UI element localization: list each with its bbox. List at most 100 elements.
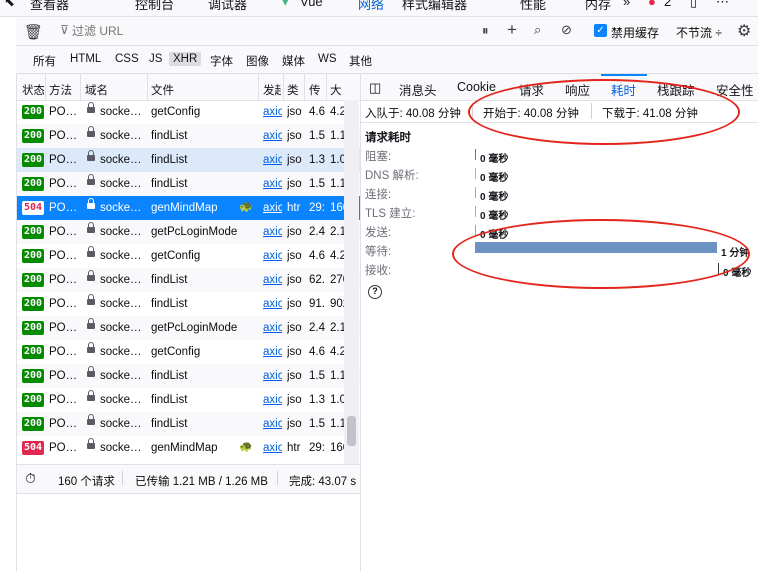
status-badge: 200	[22, 249, 44, 263]
col-method[interactable]: 方法	[49, 82, 79, 98]
method-cell: PO…	[49, 178, 78, 190]
col-type[interactable]: 类	[287, 82, 301, 98]
lock-icon	[87, 438, 95, 449]
initiator-link[interactable]: axic	[263, 418, 282, 430]
request-list-scrollbar[interactable]	[344, 100, 359, 464]
dock-icon[interactable]: ▯	[690, 0, 697, 10]
initiator-link[interactable]: axic	[263, 322, 282, 334]
pick-element-icon[interactable]: ⬉	[4, 0, 15, 10]
filter-all[interactable]: 所有	[33, 53, 56, 69]
domain-cell: socke…	[100, 250, 142, 262]
type-cell: jso	[287, 394, 302, 406]
gear-icon[interactable]: ⚙	[737, 21, 751, 41]
col-transferred[interactable]: 传	[309, 82, 323, 98]
filter-css[interactable]: CSS	[115, 53, 139, 65]
pause-icon[interactable]: ⏸	[482, 23, 489, 39]
type-cell: jso	[287, 274, 302, 286]
receive-label: 接收:	[365, 265, 392, 277]
initiator-link[interactable]: axic	[263, 202, 282, 214]
tab-headers[interactable]: 消息头	[399, 80, 437, 99]
more-tabs-icon[interactable]: »	[623, 0, 630, 9]
filter-html[interactable]: HTML	[70, 53, 101, 65]
initiator-link[interactable]: axic	[263, 394, 282, 406]
initiator-link[interactable]: axic	[263, 250, 282, 262]
tab-style-editor[interactable]: 样式编辑器	[402, 0, 467, 13]
domain-cell: socke…	[100, 298, 142, 310]
col-status[interactable]: 状态	[22, 82, 44, 98]
table-row[interactable]: 200PO…socke…findListaxicjso62.270	[17, 268, 360, 292]
status-badge: 504	[22, 441, 44, 455]
initiator-link[interactable]: axic	[263, 178, 282, 190]
trash-icon[interactable]: 🗑	[24, 23, 43, 41]
method-cell: PO…	[49, 298, 78, 310]
tab-console[interactable]: 控制台	[135, 0, 174, 13]
tab-vue[interactable]: Vue	[300, 0, 323, 9]
initiator-link[interactable]: axic	[263, 442, 282, 454]
filter-images[interactable]: 图像	[246, 53, 269, 69]
initiator-link[interactable]: axic	[263, 346, 282, 358]
method-cell: PO…	[49, 322, 78, 334]
col-domain[interactable]: 域名	[85, 82, 135, 98]
options-icon[interactable]: ⋯	[716, 0, 729, 10]
initiator-link[interactable]: axic	[263, 226, 282, 238]
panel-splitter[interactable]	[360, 74, 361, 571]
help-icon[interactable]: ?	[368, 285, 382, 299]
domain-cell: socke…	[100, 202, 142, 214]
method-cell: PO…	[49, 226, 78, 238]
initiator-link[interactable]: axic	[263, 130, 282, 142]
filter-url-input[interactable]	[70, 22, 374, 40]
table-row[interactable]: 200 PO… socke… findList axic jso 1.3 1.0	[17, 388, 360, 412]
sidebar-toggle-icon[interactable]: ◫	[369, 80, 381, 96]
initiator-link[interactable]: axic	[263, 106, 282, 118]
table-row[interactable]: 200PO…socke…findListaxicjso91.902	[17, 292, 360, 316]
filter-ws[interactable]: WS	[318, 53, 337, 65]
method-cell: PO…	[49, 370, 78, 382]
table-row[interactable]: 200 PO… socke… getConfig axic jso 4.6 4.2	[17, 100, 360, 124]
filter-fonts[interactable]: 字体	[210, 53, 233, 69]
col-file[interactable]: 文件	[151, 82, 251, 98]
add-icon[interactable]: +	[507, 20, 517, 40]
table-row[interactable]: 200 PO… socke… getPcLoginMode axic jso 2.4 2.1	[17, 316, 360, 340]
tab-memory[interactable]: 内存	[585, 0, 611, 13]
table-row[interactable]: 200 PO… socke… findList axic jso 1.5 1.1	[17, 412, 360, 436]
domain-cell: socke…	[100, 394, 142, 406]
filter-other[interactable]: 其他	[349, 53, 372, 69]
domain-cell: socke…	[100, 346, 142, 358]
tab-network[interactable]: 网络	[358, 0, 384, 13]
initiator-link[interactable]: axic	[263, 154, 282, 166]
scrollbar-thumb[interactable]	[347, 416, 356, 446]
search-icon[interactable]: ⌕	[534, 22, 541, 38]
block-icon[interactable]: ⊘	[561, 22, 572, 38]
table-row[interactable]: 200 PO… socke… findList axic jso 1.5 1.1	[17, 124, 360, 148]
table-row[interactable]: 200 PO… socke… findList axic jso 1.3 1.0	[17, 148, 360, 172]
initiator-link[interactable]: axic	[263, 274, 282, 286]
type-cell: htr	[287, 202, 301, 214]
initiator-link[interactable]: axic	[263, 298, 282, 310]
lock-icon	[87, 270, 95, 281]
file-cell: findList	[151, 178, 188, 190]
file-cell: findList	[151, 154, 188, 166]
col-size[interactable]: 大	[330, 82, 344, 98]
filter-js[interactable]: JS	[149, 53, 162, 65]
error-icon[interactable]: ●	[648, 0, 656, 9]
table-row[interactable]: 200 PO… socke… findList axic jso 1.5 1.1	[17, 172, 360, 196]
tab-debugger[interactable]: 调试器	[208, 0, 247, 13]
table-row[interactable]: 200 PO… socke… getConfig axic jso 4.6 4.2	[17, 340, 360, 364]
filter-xhr[interactable]: XHR	[169, 52, 202, 66]
table-row[interactable]: 200 PO… socke… getPcLoginMode axic jso 2.4 2.1	[17, 220, 360, 244]
table-row[interactable]: 200 PO… socke… getConfig axic jso 4.6 4.2	[17, 244, 360, 268]
col-initiator[interactable]: 发起	[263, 82, 281, 98]
disable-cache-checkbox[interactable]: ✓	[594, 24, 607, 37]
tab-cookies[interactable]: Cookie	[457, 80, 496, 94]
table-row[interactable]: 504PO…socke…genMindMap🐢axichtr29:160	[17, 436, 360, 460]
filter-media[interactable]: 媒体	[282, 53, 305, 69]
initiator-link[interactable]: axic	[263, 370, 282, 382]
table-row[interactable]: 504PO…socke…genMindMap🐢axichtr29:160	[17, 196, 360, 220]
error-count: 2	[664, 0, 672, 9]
table-row[interactable]: 200 PO… socke… findList axic jso 1.5 1.1	[17, 364, 360, 388]
tab-inspector[interactable]: 查看器	[30, 0, 69, 13]
type-cell: jso	[287, 178, 302, 190]
throttle-select[interactable]: 不节流 ÷	[676, 24, 722, 41]
tab-performance[interactable]: 性能	[520, 0, 546, 13]
stopwatch-icon[interactable]: ⏱	[25, 470, 36, 487]
